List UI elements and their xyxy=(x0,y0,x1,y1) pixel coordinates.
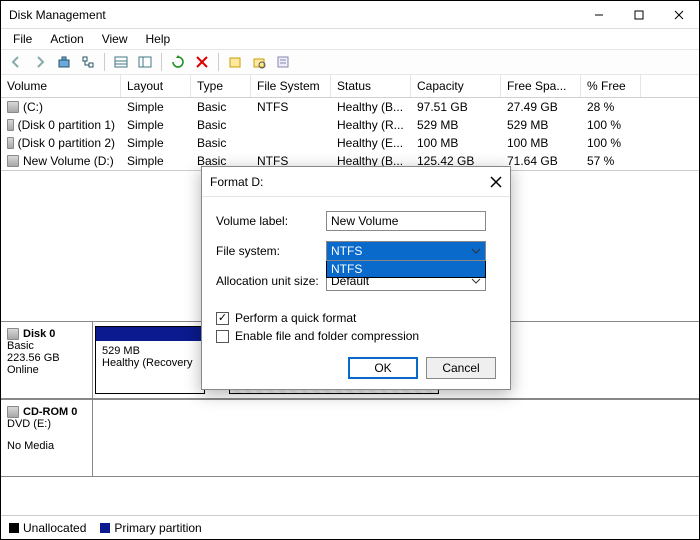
col-pctfree[interactable]: % Free xyxy=(581,75,641,97)
table-row[interactable]: (Disk 0 partition 2)SimpleBasicHealthy (… xyxy=(1,134,699,152)
table-view-icon[interactable] xyxy=(110,51,132,73)
list-view-icon[interactable] xyxy=(134,51,156,73)
back-icon[interactable] xyxy=(5,51,27,73)
explore-icon[interactable] xyxy=(248,51,270,73)
window-controls xyxy=(579,1,699,29)
disk-info: CD-ROM 0DVD (E:)No Media xyxy=(1,400,93,476)
minimize-button[interactable] xyxy=(579,1,619,29)
disk-icon xyxy=(7,328,19,340)
window-title: Disk Management xyxy=(9,8,106,22)
title-bar: Disk Management xyxy=(1,1,699,29)
maximize-button[interactable] xyxy=(619,1,659,29)
volume-icon xyxy=(7,101,19,113)
col-filesystem[interactable]: File System xyxy=(251,75,331,97)
toolbar xyxy=(1,49,699,75)
wizard-icon[interactable] xyxy=(224,51,246,73)
menu-view[interactable]: View xyxy=(94,30,136,48)
table-row[interactable]: (C:)SimpleBasicNTFSHealthy (B...97.51 GB… xyxy=(1,98,699,116)
menu-action[interactable]: Action xyxy=(42,30,91,48)
delete-icon[interactable] xyxy=(191,51,213,73)
dropdown-list: NTFS xyxy=(326,261,486,278)
menu-help[interactable]: Help xyxy=(138,30,179,48)
up-icon[interactable] xyxy=(53,51,75,73)
label-filesystem: File system: xyxy=(216,244,326,258)
col-layout[interactable]: Layout xyxy=(121,75,191,97)
partition-strip xyxy=(93,400,699,476)
forward-icon[interactable] xyxy=(29,51,51,73)
checkbox-icon xyxy=(216,312,229,325)
legend-primary: Primary partition xyxy=(100,521,201,535)
toolbar-sep xyxy=(104,53,105,71)
checkbox-label: Enable file and folder compression xyxy=(235,329,419,343)
legend-unallocated: Unallocated xyxy=(9,521,86,535)
label-allocation: Allocation unit size: xyxy=(216,274,326,288)
dropdown-option-ntfs[interactable]: NTFS xyxy=(327,261,485,277)
table-row[interactable]: (Disk 0 partition 1)SimpleBasicHealthy (… xyxy=(1,116,699,134)
tree-icon[interactable] xyxy=(77,51,99,73)
dialog-titlebar: Format D: xyxy=(202,167,510,197)
volume-icon xyxy=(7,137,14,149)
filesystem-dropdown[interactable]: NTFS NTFS xyxy=(326,241,486,261)
col-type[interactable]: Type xyxy=(191,75,251,97)
label-volume: Volume label: xyxy=(216,214,326,228)
legend: Unallocated Primary partition xyxy=(1,515,699,539)
volume-icon xyxy=(7,155,19,167)
col-status[interactable]: Status xyxy=(331,75,411,97)
ok-button[interactable]: OK xyxy=(348,357,418,379)
dialog-title: Format D: xyxy=(210,175,263,189)
compress-checkbox[interactable]: Enable file and folder compression xyxy=(216,329,496,343)
format-dialog: Format D: Volume label: File system: NTF… xyxy=(201,166,511,390)
checkbox-label: Perform a quick format xyxy=(235,311,356,325)
partition[interactable]: 529 MBHealthy (Recovery xyxy=(95,326,205,394)
menu-bar: File Action View Help xyxy=(1,29,699,49)
volume-table-header: Volume Layout Type File System Status Ca… xyxy=(1,75,699,98)
close-icon[interactable] xyxy=(490,176,502,188)
disk-row: CD-ROM 0DVD (E:)No Media xyxy=(1,399,699,477)
col-free[interactable]: Free Spa... xyxy=(501,75,581,97)
properties-icon[interactable] xyxy=(272,51,294,73)
refresh-icon[interactable] xyxy=(167,51,189,73)
menu-file[interactable]: File xyxy=(5,30,40,48)
chevron-down-icon xyxy=(471,246,481,256)
col-capacity[interactable]: Capacity xyxy=(411,75,501,97)
quick-format-checkbox[interactable]: Perform a quick format xyxy=(216,311,496,325)
volume-label-input[interactable] xyxy=(326,211,486,231)
toolbar-sep xyxy=(161,53,162,71)
volume-icon xyxy=(7,119,14,131)
checkbox-icon xyxy=(216,330,229,343)
cancel-button[interactable]: Cancel xyxy=(426,357,496,379)
col-volume[interactable]: Volume xyxy=(1,75,121,97)
disk-info: Disk 0Basic223.56 GBOnline xyxy=(1,322,93,398)
toolbar-sep xyxy=(218,53,219,71)
volume-table: Volume Layout Type File System Status Ca… xyxy=(1,75,699,171)
dropdown-selected: NTFS xyxy=(331,244,362,258)
disk-icon xyxy=(7,406,19,418)
close-button[interactable] xyxy=(659,1,699,29)
